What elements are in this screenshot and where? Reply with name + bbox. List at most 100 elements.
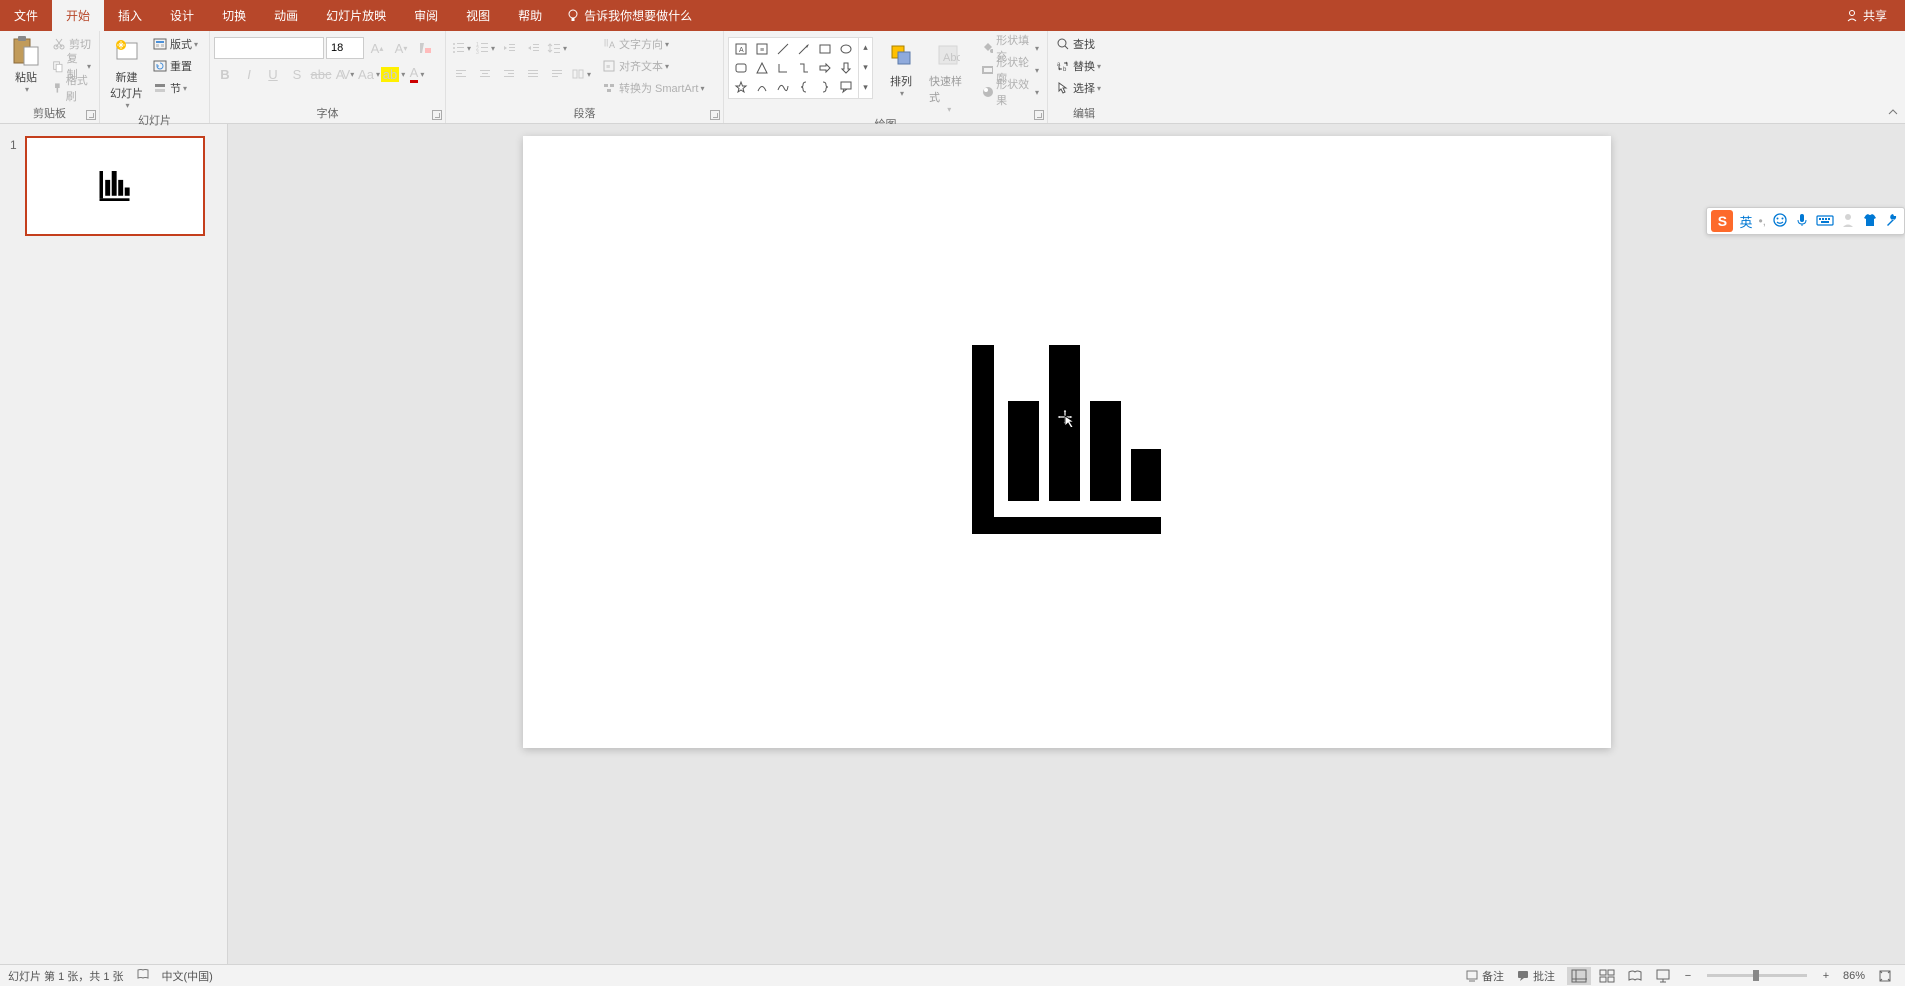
decrease-indent-button[interactable] bbox=[498, 37, 520, 59]
shape-arrow-line[interactable] bbox=[794, 40, 814, 58]
paste-button[interactable]: 粘贴 ▾ bbox=[4, 33, 48, 96]
tab-insert[interactable]: 插入 bbox=[104, 0, 156, 31]
tab-slideshow[interactable]: 幻灯片放映 bbox=[312, 0, 400, 31]
ime-keyboard-button[interactable] bbox=[1816, 212, 1834, 231]
language-status[interactable]: 中文(中国) bbox=[162, 968, 213, 984]
text-direction-button[interactable]: ||A 文字方向▾ bbox=[598, 33, 708, 55]
ime-toolbar[interactable]: S 英 •, bbox=[1706, 207, 1905, 235]
reading-view-button[interactable] bbox=[1623, 967, 1647, 985]
clipboard-dialog-launcher[interactable] bbox=[86, 110, 96, 120]
layout-button[interactable]: 版式▾ bbox=[149, 33, 202, 55]
char-spacing-button[interactable]: AV▾ bbox=[334, 63, 356, 85]
gallery-up-icon[interactable]: ▴ bbox=[859, 38, 872, 58]
sorter-view-button[interactable] bbox=[1595, 967, 1619, 985]
shape-callout[interactable] bbox=[836, 78, 856, 96]
arrange-button[interactable]: 排列▾ bbox=[879, 37, 923, 100]
ime-shirt-button[interactable] bbox=[1862, 212, 1878, 231]
align-right-button[interactable] bbox=[498, 63, 520, 85]
ime-punctuation-toggle[interactable]: •, bbox=[1758, 214, 1766, 228]
shape-elbow[interactable] bbox=[794, 59, 814, 77]
italic-button[interactable]: I bbox=[238, 63, 260, 85]
ime-language-toggle[interactable]: 英 bbox=[1739, 212, 1752, 231]
shape-star[interactable] bbox=[731, 78, 751, 96]
align-center-button[interactable] bbox=[474, 63, 496, 85]
shape-arc[interactable] bbox=[752, 78, 772, 96]
ime-emoji-button[interactable] bbox=[1772, 212, 1788, 231]
shape-triangle[interactable] bbox=[752, 59, 772, 77]
reset-button[interactable]: 重置 bbox=[149, 55, 202, 77]
find-button[interactable]: 查找 bbox=[1052, 33, 1099, 55]
ime-settings-button[interactable] bbox=[1884, 212, 1900, 231]
font-size-input[interactable] bbox=[326, 37, 364, 59]
tab-review[interactable]: 审阅 bbox=[400, 0, 452, 31]
quick-styles-button[interactable]: Abc 快速样式▾ bbox=[923, 37, 973, 116]
tab-help[interactable]: 帮助 bbox=[504, 0, 556, 31]
tab-view[interactable]: 视图 bbox=[452, 0, 504, 31]
justify-button[interactable] bbox=[522, 63, 544, 85]
shape-rectangle[interactable] bbox=[815, 40, 835, 58]
drawing-dialog-launcher[interactable] bbox=[1034, 110, 1044, 120]
tab-transitions[interactable]: 切换 bbox=[208, 0, 260, 31]
shape-vtext-box[interactable]: ≡ bbox=[752, 40, 772, 58]
ime-skin-button[interactable] bbox=[1840, 212, 1856, 231]
shape-line[interactable] bbox=[773, 40, 793, 58]
smartart-button[interactable]: 转换为 SmartArt▾ bbox=[598, 77, 708, 99]
change-case-button[interactable]: Aa▾ bbox=[358, 63, 380, 85]
new-slide-button[interactable]: 新建 幻灯片 ▾ bbox=[104, 33, 149, 112]
slide-canvas-area[interactable] bbox=[228, 124, 1905, 964]
slide-thumbnail-1[interactable] bbox=[25, 136, 205, 236]
font-color-button[interactable]: A▾ bbox=[406, 63, 428, 85]
font-dialog-launcher[interactable] bbox=[432, 110, 442, 120]
shape-text-box[interactable]: A bbox=[731, 40, 751, 58]
normal-view-button[interactable] bbox=[1567, 967, 1591, 985]
paragraph-dialog-launcher[interactable] bbox=[710, 110, 720, 120]
strike-button[interactable]: abc bbox=[310, 63, 332, 85]
gallery-more-icon[interactable]: ▾ bbox=[859, 78, 872, 98]
shape-brace-right[interactable] bbox=[815, 78, 835, 96]
gallery-down-icon[interactable]: ▾ bbox=[859, 58, 872, 78]
font-family-input[interactable] bbox=[214, 37, 324, 59]
zoom-slider-thumb[interactable] bbox=[1753, 970, 1759, 981]
bullets-button[interactable]: ▾ bbox=[450, 37, 472, 59]
fit-window-button[interactable] bbox=[1873, 967, 1897, 985]
shape-right-arrow[interactable] bbox=[815, 59, 835, 77]
bold-button[interactable]: B bbox=[214, 63, 236, 85]
align-left-button[interactable] bbox=[450, 63, 472, 85]
columns-button[interactable]: ▾ bbox=[570, 63, 592, 85]
shape-down-arrow[interactable] bbox=[836, 59, 856, 77]
tab-animations[interactable]: 动画 bbox=[260, 0, 312, 31]
collapse-ribbon-button[interactable] bbox=[1887, 106, 1899, 121]
zoom-out-button[interactable]: − bbox=[1679, 967, 1697, 985]
shapes-gallery-scroll[interactable]: ▴ ▾ ▾ bbox=[859, 37, 873, 99]
sogou-logo-icon[interactable]: S bbox=[1711, 210, 1733, 232]
select-button[interactable]: 选择▾ bbox=[1052, 77, 1105, 99]
zoom-percent[interactable]: 86% bbox=[1843, 970, 1865, 982]
shape-curve[interactable] bbox=[773, 78, 793, 96]
increase-font-button[interactable]: A▴ bbox=[366, 37, 388, 59]
highlight-button[interactable]: ab▾ bbox=[382, 63, 404, 85]
line-spacing-button[interactable]: ▾ bbox=[546, 37, 568, 59]
decrease-font-button[interactable]: A▾ bbox=[390, 37, 412, 59]
shape-effects-button[interactable]: 形状效果▾ bbox=[977, 81, 1043, 103]
slide-chart-shape[interactable] bbox=[972, 345, 1161, 534]
spellcheck-status[interactable] bbox=[136, 967, 150, 984]
distribute-button[interactable] bbox=[546, 63, 568, 85]
shape-rounded-rect[interactable] bbox=[731, 59, 751, 77]
slide-canvas[interactable] bbox=[523, 136, 1611, 748]
shapes-gallery[interactable]: A ≡ bbox=[728, 37, 859, 99]
zoom-slider[interactable] bbox=[1707, 974, 1807, 977]
tab-file[interactable]: 文件 bbox=[0, 0, 52, 31]
format-painter-button[interactable]: 格式刷 bbox=[48, 77, 95, 99]
notes-button[interactable]: 备注 bbox=[1465, 968, 1504, 984]
tab-design[interactable]: 设计 bbox=[156, 0, 208, 31]
align-text-button[interactable]: ≡ 对齐文本▾ bbox=[598, 55, 708, 77]
shape-oval[interactable] bbox=[836, 40, 856, 58]
numbering-button[interactable]: 123▾ bbox=[474, 37, 496, 59]
share-button[interactable]: 共享 bbox=[1827, 0, 1905, 31]
slideshow-view-button[interactable] bbox=[1651, 967, 1675, 985]
section-button[interactable]: 节▾ bbox=[149, 77, 202, 99]
ime-voice-button[interactable] bbox=[1794, 212, 1810, 231]
clear-format-button[interactable] bbox=[414, 37, 436, 59]
tab-home[interactable]: 开始 bbox=[52, 0, 104, 31]
shape-brace-left[interactable] bbox=[794, 78, 814, 96]
